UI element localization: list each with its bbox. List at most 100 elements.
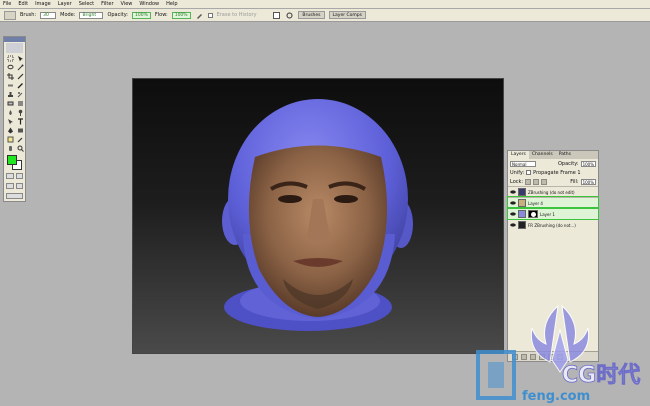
move-tool-icon[interactable] [16,54,25,62]
menu-layer[interactable]: Layer [58,1,72,7]
healing-brush-tool-icon[interactable] [6,81,15,89]
eye-icon[interactable] [510,222,516,228]
layer-name: FR ZBrushing (do not...) [528,222,576,228]
layer-row[interactable]: Layer 4 [507,196,599,209]
screen-mode-full-button[interactable] [15,183,23,189]
menu-help[interactable]: Help [166,1,177,7]
notes-tool-icon[interactable] [6,135,15,143]
dodge-tool-icon[interactable] [16,108,25,116]
shape-tool-icon[interactable] [16,126,25,134]
watermark: CG时代 feng.com [470,300,645,404]
history-brush-tool-icon[interactable] [16,90,25,98]
unify-label: Unify: [510,169,525,176]
layer-name: ZBrushing (do not edit) [528,189,575,195]
zoom-tool-icon[interactable] [16,144,25,152]
opacity-label: Opacity: [107,12,128,18]
options-bar: Brush: 30 Mode: Bright Opacity: 100% Flo… [0,9,650,22]
magic-wand-tool-icon[interactable] [16,63,25,71]
toolbox-grip[interactable] [4,37,25,42]
erase-to-history-checkbox[interactable] [207,12,213,18]
screen-mode-standard-button[interactable] [6,183,14,189]
watermark-url: feng.com [522,389,590,404]
layer-thumbnail [518,221,526,229]
layer-name: Layer 4 [528,200,543,206]
opacity-field[interactable]: 100% [132,11,151,19]
quick-mask-row [4,171,25,181]
eraser-tool-icon[interactable] [6,99,15,107]
document-canvas[interactable] [132,78,504,354]
lock-label: Lock: [510,178,524,185]
marquee-tool-icon[interactable] [6,54,15,62]
jump-row [4,191,25,201]
lock-transparency-icon[interactable] [525,178,532,185]
layers-panel-tabs: Layers Channels Paths [508,151,598,159]
watermark-brand: CG时代 [562,363,640,388]
layer-row[interactable]: Layer 1 [507,207,599,220]
gradient-tool-icon[interactable] [16,99,25,107]
flow-field[interactable]: 100% [171,11,191,19]
blend-row: Normal Opacity: 100% [508,159,598,168]
clone-stamp-tool-icon[interactable] [6,90,15,98]
unify-row: Unify: Propagate Frame 1 [508,168,598,177]
tool-grid [4,54,25,152]
type-tool-icon[interactable] [16,117,25,125]
head-render-image [222,99,413,331]
layer-thumbnail [518,199,526,207]
slice-tool-icon[interactable] [16,72,25,80]
lock-pixels-icon[interactable] [533,178,540,185]
pen-tool-icon[interactable] [6,126,15,134]
watermark-logo: CG时代 feng.com [476,304,641,404]
mode-select[interactable]: Bright [79,11,104,19]
layer-opacity-field[interactable]: 100% [580,160,596,167]
brush-label: Brush: [20,12,37,18]
fill-label: Fill: [570,178,579,185]
foreground-color-swatch[interactable] [7,155,17,165]
jump-to-imageready-button[interactable] [6,193,23,199]
layer-mask-thumbnail[interactable] [528,210,538,218]
palette-well-brushes[interactable]: Brushes [298,11,325,19]
mode-label: Mode: [60,12,76,18]
layer-row[interactable]: FR ZBrushing (do not...) [508,219,598,230]
menu-image[interactable]: Image [35,1,51,7]
app-logo [6,43,23,53]
blur-tool-icon[interactable] [6,108,15,116]
erase-to-history-label: Erase to History [216,12,257,18]
blend-mode-select[interactable]: Normal [510,160,536,167]
eye-icon[interactable] [510,200,516,206]
color-wells [6,155,23,171]
palette-well-layer-comps[interactable]: Layer Comps [328,11,366,19]
standard-mode-button[interactable] [6,173,14,179]
menu-select[interactable]: Select [79,1,94,7]
screen-mode-row [4,181,25,191]
tab-channels[interactable]: Channels [529,151,556,159]
lock-position-icon[interactable] [541,178,548,185]
fill-field[interactable]: 100% [580,178,596,185]
layer-row[interactable]: ZBrushing (do not edit) [508,186,598,197]
tab-paths[interactable]: Paths [556,151,574,159]
eye-icon[interactable] [510,211,516,217]
lock-row: Lock: Fill: 100% [508,177,598,186]
menu-file[interactable]: File [3,1,11,7]
refresh-icon[interactable] [285,11,294,19]
brush-size-field[interactable]: 30 [40,11,57,19]
eye-icon[interactable] [510,189,516,195]
hand-tool-icon[interactable] [6,144,15,152]
menu-filter[interactable]: Filter [101,1,113,7]
palette-toggle-icon[interactable] [272,11,281,19]
menu-window[interactable]: Window [139,1,159,7]
airbrush-icon[interactable] [195,11,204,19]
crop-tool-icon[interactable] [6,72,15,80]
quick-mask-mode-button[interactable] [15,173,23,179]
lasso-tool-icon[interactable] [6,63,15,71]
layer-name: Layer 1 [540,211,555,217]
tab-layers[interactable]: Layers [508,151,529,159]
brush-tool-icon[interactable] [16,81,25,89]
layer-thumbnail [518,188,526,196]
menu-view[interactable]: View [121,1,133,7]
propagate-label: Propagate Frame 1 [533,169,581,176]
eyedropper-tool-icon[interactable] [16,135,25,143]
path-selection-tool-icon[interactable] [6,117,15,125]
propagate-checkbox[interactable] [526,170,532,175]
menu-edit[interactable]: Edit [18,1,28,7]
tool-preset-picker[interactable] [4,10,16,20]
